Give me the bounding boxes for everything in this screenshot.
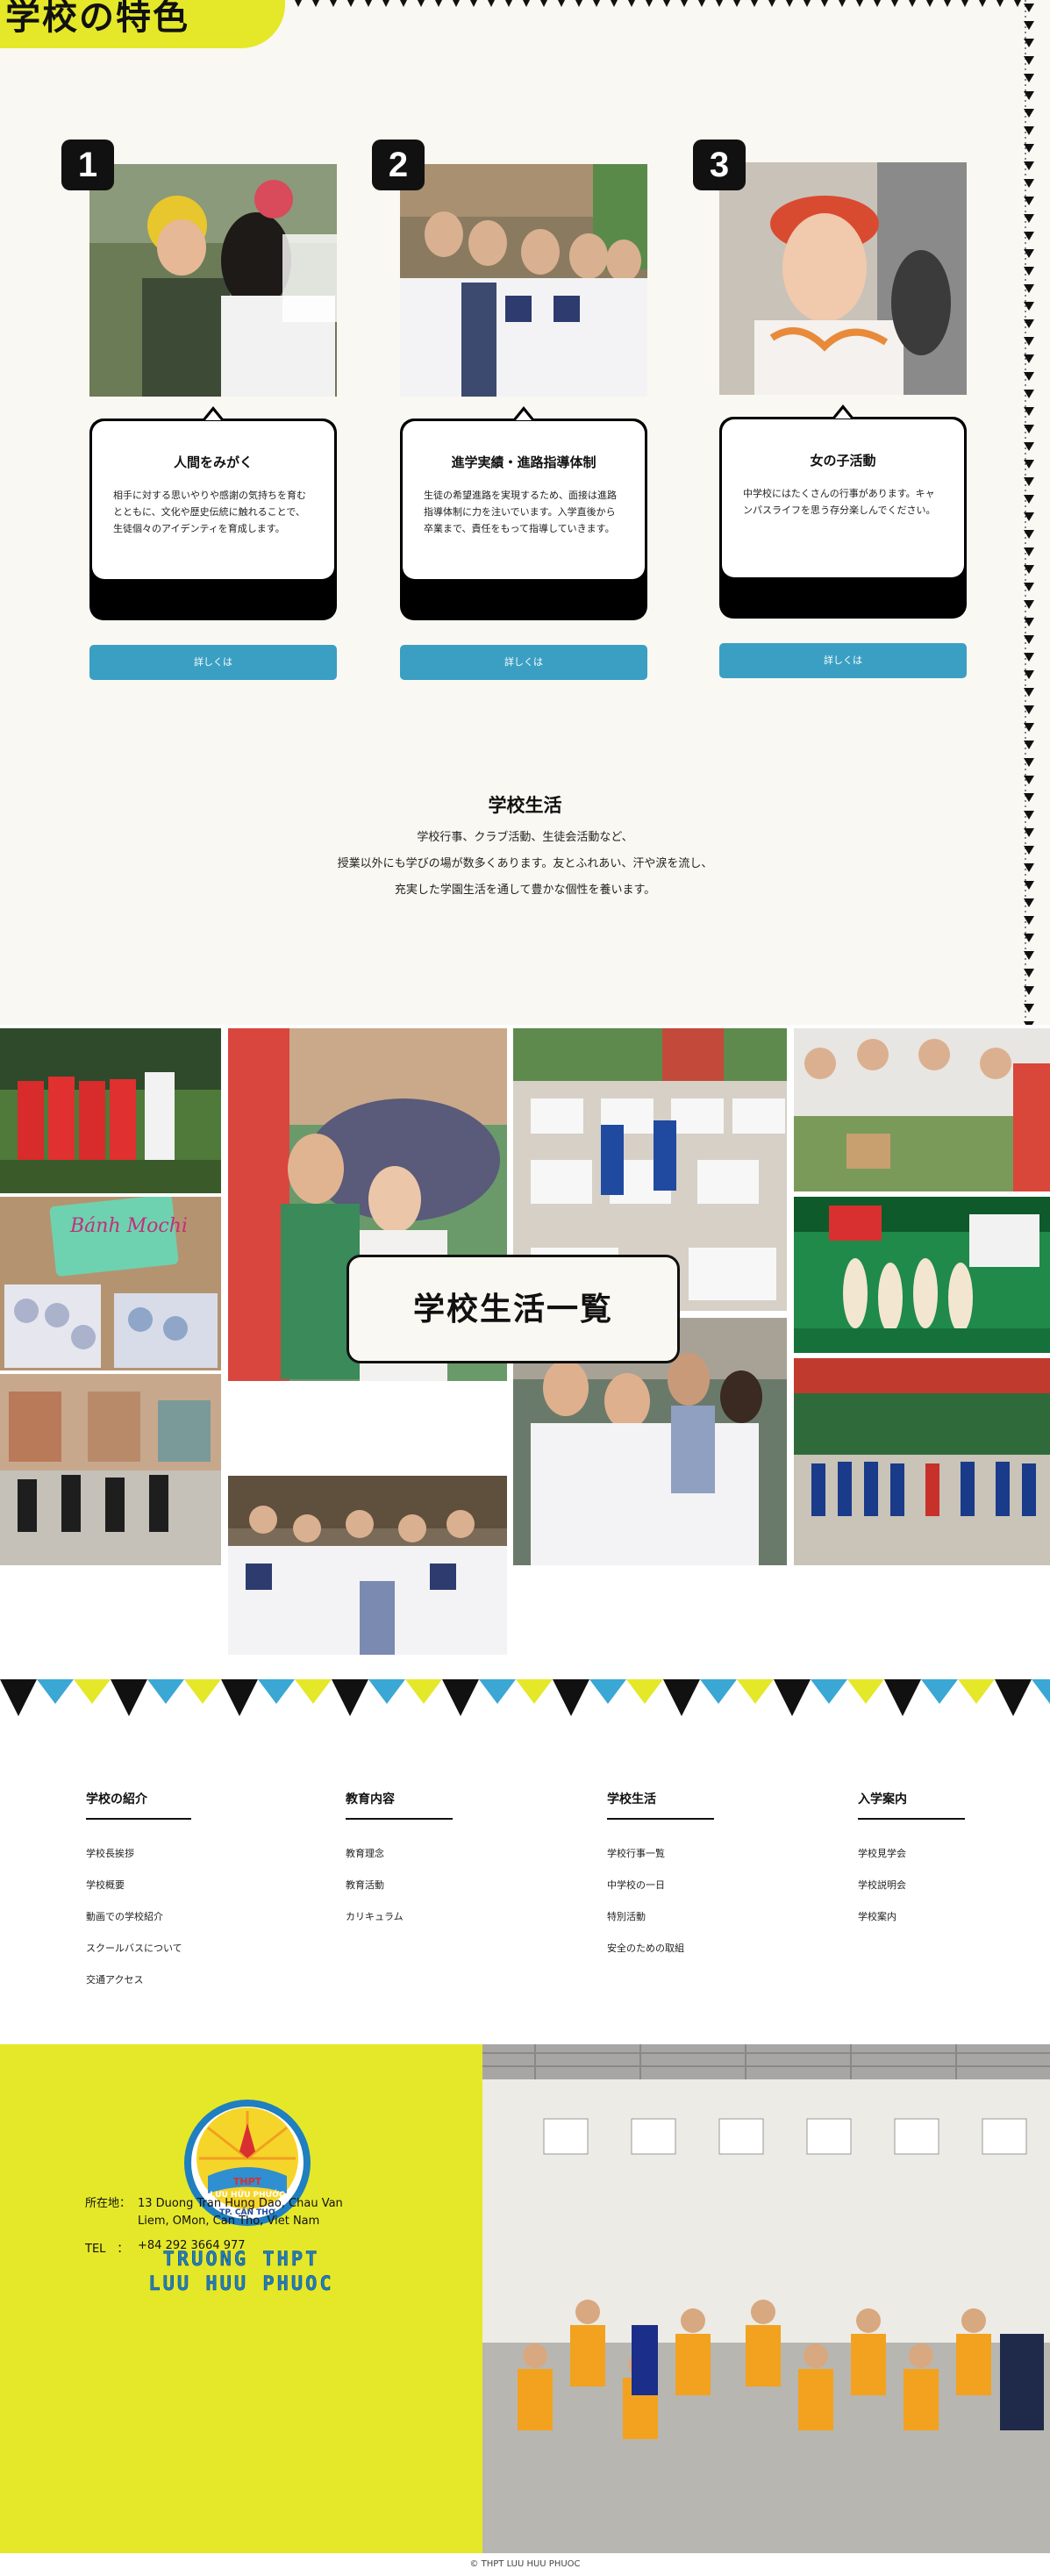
section-title-tab: 学校の特色 — [0, 0, 285, 48]
footer-link[interactable]: 学校見学会 — [858, 1846, 965, 1878]
logo-text-top: THPT — [233, 2176, 262, 2187]
footer-nav-heading-education: 教育内容 — [346, 1790, 453, 1820]
footer-link[interactable]: 教育活動 — [346, 1878, 453, 1909]
footer-link[interactable]: スクールバスについて — [86, 1941, 191, 1972]
footer-link[interactable]: 動画での学校紹介 — [86, 1909, 191, 1941]
footer-link[interactable]: 交通アクセス — [86, 1972, 191, 2004]
footer-link[interactable]: 特別活動 — [607, 1909, 714, 1941]
footer-nav-education: 教育内容 教育理念 教育活動 カリキュラム — [346, 1790, 453, 1941]
bunting-decoration — [0, 1678, 1050, 1721]
footer-nav-school-life: 学校生活 学校行事一覧 中学校の一日 特別活動 安全のための取組 — [607, 1790, 714, 1972]
feature-text-1: 相手に対する思いやりや感謝の気持ちを育むとともに、文化や歴史伝統に触れることで、… — [113, 490, 306, 534]
feature-title-2: 進学実績・進路指導体制 — [451, 454, 596, 470]
footer-info-panel: THPT LƯU HỮU PHƯỚC TP. CẦN THƠ TRUONG TH… — [0, 2044, 482, 2553]
feature-title-1: 人間をみがく — [173, 454, 253, 470]
school-name-line-2: LUU HUU PHUOC — [148, 2273, 334, 2296]
site-footer: THPT LƯU HỮU PHƯỚC TP. CẦN THƠ TRUONG TH… — [0, 2044, 1050, 2553]
gallery-photo-tug-of-war — [0, 1374, 221, 1565]
telephone: TEL ： +84 292 3664 977 — [85, 2239, 246, 2256]
feature-more-button-2[interactable]: 詳しくは — [400, 645, 647, 680]
mochi-banner-text: Bánh Mochi — [69, 1215, 188, 1237]
feature-number-2: 2 — [372, 140, 425, 190]
copyright: © THPT LUU HUU PHUOC — [0, 2553, 1050, 2576]
school-life-line-3: 充実した学園生活を通して豊かな個性を養います。 — [394, 884, 656, 897]
footer-link[interactable]: 中学校の一日 — [607, 1878, 714, 1909]
gallery-photo-group — [228, 1476, 507, 1655]
gallery-photo-mochi: Bánh Mochi — [0, 1197, 221, 1370]
footer-nav-heading-school-life: 学校生活 — [607, 1790, 714, 1820]
footer-link[interactable]: 学校案内 — [858, 1909, 965, 1941]
footer-link[interactable]: 学校説明会 — [858, 1878, 965, 1909]
address-label: 所在地： — [85, 2197, 132, 2210]
tel-value[interactable]: +84 292 3664 977 — [138, 2239, 246, 2256]
section-title: 学校の特色 — [5, 0, 189, 38]
feature-number-1: 1 — [61, 140, 114, 190]
footer-photo-gym — [482, 2044, 1050, 2553]
feature-number-3: 3 — [693, 140, 746, 190]
feature-text-3: 中学校にはたくさんの行事があります。キャンパスライフを思う存分楽しんでください。 — [743, 488, 936, 516]
feature-text-2: 生徒の希望進路を実現するため、面接は進路指導体制に力を注いでいます。入学直後から… — [424, 490, 617, 534]
feature-photo-2 — [400, 164, 647, 397]
gallery-photo-ceremony — [794, 1358, 1050, 1565]
top-triangle-border — [291, 0, 1028, 9]
footer-link[interactable]: 教育理念 — [346, 1846, 453, 1878]
footer-nav-heading-admission: 入学案内 — [858, 1790, 965, 1820]
address: 所在地： 13 Duong Tran Hung Dao, Chau Van Li… — [85, 2195, 343, 2230]
address-line-1: 13 Duong Tran Hung Dao, Chau Van — [138, 2197, 343, 2210]
features-section: 学校の特色 1 人間をみがく 相手に対する思いやりや感謝の気持ちを育むとともに、… — [0, 0, 1050, 1025]
address-line-2: Liem, OMon, Can Tho, Viet Nam — [138, 2215, 320, 2228]
school-life-title: 学校生活 — [488, 795, 562, 816]
gallery-photo-crafts — [794, 1028, 1050, 1191]
feature-bubble-2: 進学実績・進路指導体制 生徒の希望進路を実現するため、面接は進路指導体制に力を注… — [400, 406, 647, 620]
gallery-photo-stage — [794, 1197, 1050, 1353]
footer-nav-heading-about: 学校の紹介 — [86, 1790, 191, 1820]
footer-link[interactable]: 学校概要 — [86, 1878, 191, 1909]
footer-link[interactable]: 安全のための取組 — [607, 1941, 714, 1972]
feature-more-button-1[interactable]: 詳しくは — [89, 645, 337, 680]
footer-link[interactable]: 学校長挨拶 — [86, 1846, 191, 1878]
footer-link[interactable]: カリキュラム — [346, 1909, 453, 1941]
feature-photo-3 — [719, 162, 967, 395]
feature-bubble-3: 女の子活動 中学校にはたくさんの行事があります。キャンパスライフを思う存分楽しん… — [719, 404, 967, 619]
footer-nav-admission: 入学案内 学校見学会 学校説明会 学校案内 — [858, 1790, 965, 1941]
feature-bubble-1: 人間をみがく 相手に対する思いやりや感謝の気持ちを育むとともに、文化や歴史伝統に… — [89, 406, 337, 620]
footer-link[interactable]: 学校行事一覧 — [607, 1846, 714, 1878]
footer-nav-about: 学校の紹介 学校長挨拶 学校概要 動画での学校紹介 スクールバスについて 交通ア… — [86, 1790, 191, 2004]
feature-more-button-3[interactable]: 詳しくは — [719, 643, 967, 678]
school-life-list-button[interactable]: 学校生活一覧 — [346, 1255, 680, 1363]
feature-photo-1 — [89, 164, 337, 397]
tel-label: TEL ： — [85, 2243, 129, 2256]
feature-title-3: 女の子活動 — [810, 453, 876, 469]
school-life-line-2: 授業以外にも学びの場が数多くあります。友とふれあい、汗や涙を流し、 — [337, 857, 713, 870]
school-life-description: 学校行事、クラブ活動、生徒会活動など、 授業以外にも学びの場が数多くあります。友… — [0, 825, 1050, 904]
gallery-photo-soccer — [0, 1028, 221, 1193]
school-life-line-1: 学校行事、クラブ活動、生徒会活動など、 — [417, 831, 633, 844]
